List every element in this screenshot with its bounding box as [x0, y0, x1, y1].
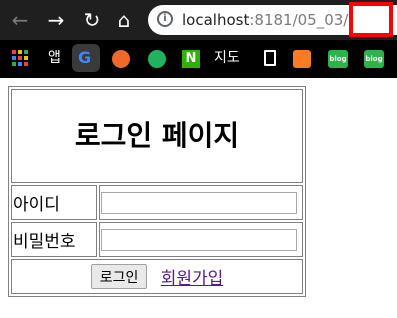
bookmark-apps-label[interactable]: 앱 — [48, 48, 61, 68]
password-label: 비밀번호 — [11, 222, 97, 257]
url-path: :8181/05_03/ — [249, 11, 349, 29]
xampp-icon[interactable] — [293, 50, 311, 68]
action-cell: 로그인 회원가입 — [11, 259, 303, 294]
url-host: localhost — [182, 11, 250, 29]
reload-icon[interactable]: ↻ — [80, 8, 104, 32]
login-table: 로그인 페이지 아이디 비밀번호 로그인 회원가입 — [8, 86, 306, 297]
browser-toolbar: ← → ↻ ⌂ i localhost:8181/05_03/ — [0, 0, 397, 40]
apps-grid-icon[interactable] — [12, 48, 30, 68]
password-input[interactable] — [101, 228, 297, 251]
url-text: localhost:8181/05_03/ — [182, 11, 348, 29]
id-input[interactable] — [101, 191, 297, 214]
id-label: 아이디 — [11, 185, 97, 220]
back-arrow-icon[interactable]: ← — [8, 8, 32, 32]
password-cell — [99, 222, 303, 257]
blog-icon[interactable]: blog — [328, 50, 348, 68]
bookmark-map-label[interactable]: 지도 — [214, 48, 240, 68]
bookmark-orange-icon[interactable] — [112, 50, 130, 68]
document-icon[interactable] — [264, 50, 276, 66]
title-cell: 로그인 페이지 — [11, 89, 303, 183]
page-title: 로그인 페이지 — [74, 119, 240, 152]
naver-icon[interactable]: N — [182, 50, 200, 68]
red-highlight-box — [349, 2, 393, 37]
bookmarks-bar: 앱 G N 지도 blog blog — [0, 40, 397, 78]
home-icon[interactable]: ⌂ — [112, 8, 136, 32]
google-icon[interactable]: G — [72, 44, 100, 72]
bookmark-green-icon[interactable] — [148, 50, 166, 68]
page-content: 로그인 페이지 아이디 비밀번호 로그인 회원가입 — [0, 78, 397, 318]
info-icon[interactable]: i — [157, 11, 173, 27]
signup-link[interactable]: 회원가입 — [161, 269, 224, 289]
login-button[interactable]: 로그인 — [90, 264, 148, 289]
blog-icon[interactable]: blog — [364, 50, 384, 68]
id-cell — [99, 185, 303, 220]
forward-arrow-icon[interactable]: → — [44, 8, 68, 32]
